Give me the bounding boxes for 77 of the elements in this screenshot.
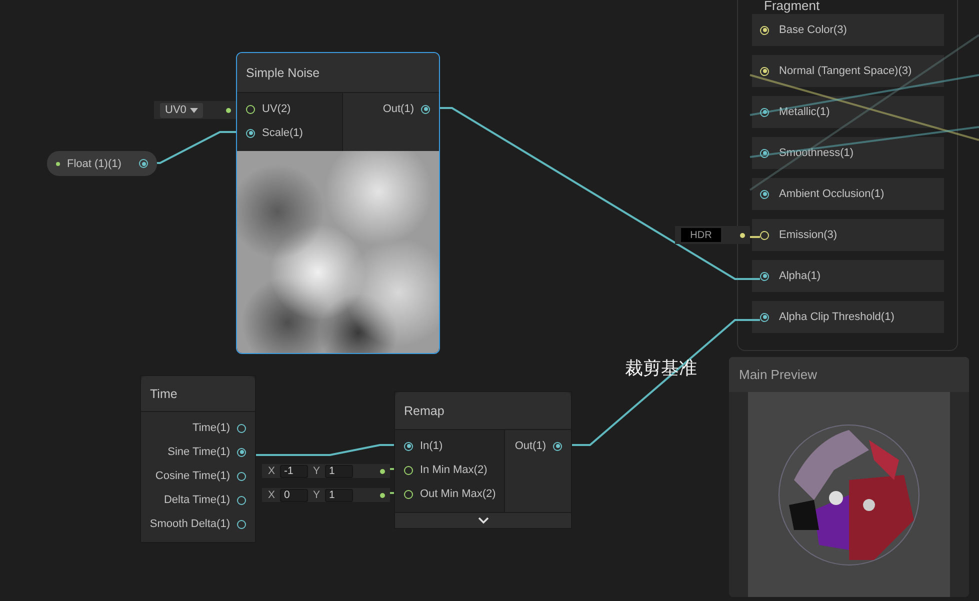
port-label: Out(1) (382, 103, 414, 115)
axis-label: Y (313, 489, 320, 501)
node-card[interactable]: Simple Noise UV(2) Scale(1) Out(1) (236, 52, 440, 354)
node-title: Simple Noise (237, 53, 439, 93)
axis-label: X (268, 489, 276, 501)
port-icon[interactable] (760, 26, 769, 34)
fragment-slot[interactable]: Metallic(1) (752, 96, 944, 128)
port-label: Time(1) (192, 422, 230, 434)
color-input[interactable]: HDR (681, 228, 721, 242)
port-icon[interactable] (237, 472, 246, 480)
float-property-node[interactable]: Float (1)(1) (47, 151, 157, 176)
port-icon[interactable] (404, 466, 413, 474)
chevron-down-icon (478, 517, 488, 524)
port-label: Sine Time(1) (168, 446, 230, 458)
fragment-slot[interactable]: Alpha Clip Threshold(1) (752, 301, 944, 333)
annotation-text: 裁剪基准 (625, 357, 697, 380)
axis-label: Y (313, 465, 320, 477)
fragment-slot[interactable]: Normal (Tangent Space)(3) (752, 55, 944, 87)
connector-dot-icon (226, 108, 231, 112)
fragment-slot[interactable]: Emission(3) (752, 219, 944, 251)
port-label: Out(1) (514, 440, 546, 452)
number-input[interactable]: 1 (325, 488, 354, 502)
port-icon[interactable] (760, 312, 769, 322)
axis-label: X (268, 465, 276, 477)
port-label: Smooth Delta(1) (150, 518, 230, 530)
fragment-slot[interactable]: Ambient Occlusion(1) (752, 178, 944, 210)
port-icon[interactable] (421, 104, 430, 114)
port-icon[interactable] (760, 66, 769, 76)
port-label: Cosine Time(1) (155, 470, 230, 482)
slot-label: Metallic(1) (779, 106, 830, 118)
node-title: Remap (395, 392, 571, 430)
port-label: UV(2) (262, 103, 291, 115)
slot-label: Smoothness(1) (779, 147, 854, 159)
port-label: Scale(1) (262, 127, 303, 139)
number-input[interactable]: 0 (280, 488, 308, 502)
slot-label: Alpha(1) (779, 270, 821, 282)
port-icon[interactable] (760, 148, 769, 158)
slot-label: Alpha Clip Threshold(1) (779, 311, 894, 323)
port-label: Out Min Max(2) (420, 488, 496, 500)
connector-dot-icon (380, 492, 385, 498)
connector-dot-icon (740, 232, 745, 238)
connector-dot-icon (380, 468, 385, 474)
number-input[interactable]: 1 (325, 464, 354, 478)
port-label: In Min Max(2) (420, 464, 488, 476)
port-icon[interactable] (404, 490, 413, 498)
fragment-slot[interactable]: Base Color(3) (752, 14, 944, 46)
port-icon[interactable] (139, 159, 148, 168)
port-label: In(1) (420, 440, 443, 452)
fragment-title: Fragment (763, 0, 821, 13)
port-icon[interactable] (237, 520, 246, 528)
slot-label: Base Color(3) (779, 24, 847, 36)
port-icon[interactable] (760, 108, 769, 116)
slot-label: Normal (Tangent Space)(3) (779, 65, 912, 77)
node-card[interactable]: Time Time(1) Sine Time(1) Cosine Time(1) Delta Time(1) Smooth Delta(1) (140, 375, 256, 543)
port-icon[interactable] (237, 448, 246, 456)
port-icon[interactable] (237, 424, 246, 432)
port-icon[interactable] (404, 442, 413, 450)
port-icon[interactable] (237, 496, 246, 504)
slot-label: Emission(3) (779, 229, 838, 241)
node-title: Time (141, 376, 255, 412)
port-label: Delta Time(1) (164, 494, 230, 506)
port-icon[interactable] (246, 128, 255, 138)
port-icon[interactable] (553, 442, 562, 450)
fragment-slot[interactable]: Alpha(1) (752, 260, 944, 292)
node-card[interactable]: Remap In(1) In Min Max(2) Out Min Max(2) Out(1) (394, 391, 572, 529)
property-label: Float (1)(1) (67, 158, 122, 170)
slot-label: Ambient Occlusion(1) (779, 188, 884, 200)
port-icon[interactable] (246, 104, 255, 114)
uv-dropdown[interactable]: UV0 (160, 102, 204, 118)
number-input[interactable]: -1 (280, 464, 308, 478)
port-icon[interactable] (760, 230, 769, 240)
fragment-slot[interactable]: Smoothness(1) (752, 137, 944, 169)
preview-title: Main Preview (729, 357, 969, 392)
port-icon[interactable] (760, 272, 769, 280)
property-dot-icon (56, 162, 60, 166)
port-icon[interactable] (760, 190, 769, 198)
caret-icon (190, 108, 198, 112)
